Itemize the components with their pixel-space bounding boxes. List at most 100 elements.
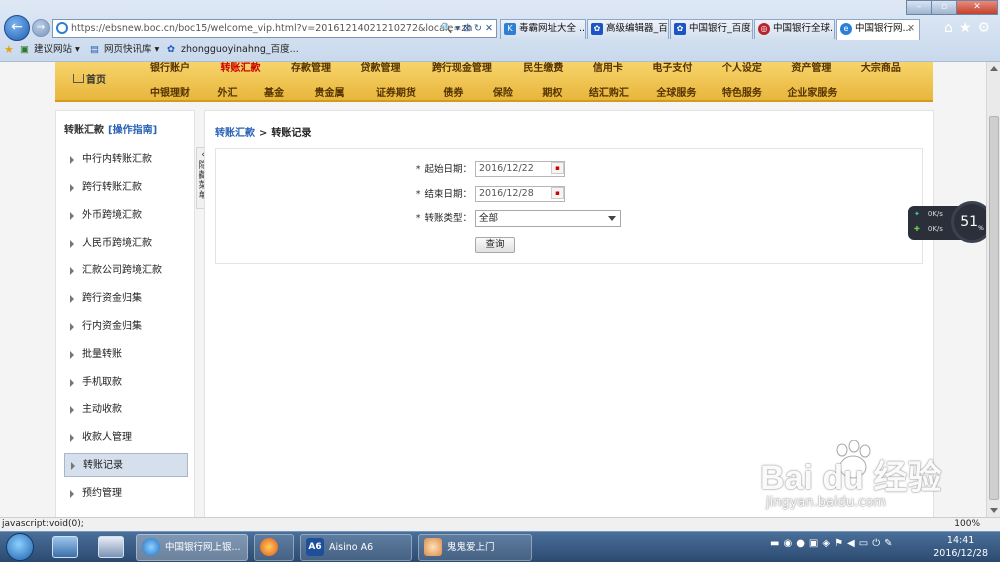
nav-item-global[interactable]: 全球服务 (644, 84, 708, 99)
system-tray: ▬◉●▣◈⚑◀▭⏻✎ (770, 538, 897, 549)
nav-item-assets[interactable]: 资产管理 (778, 62, 844, 74)
nav-item-bank-account[interactable]: 银行账户 (137, 62, 203, 74)
nav-item-fx-settle[interactable]: 结汇购汇 (577, 84, 641, 99)
window-controls: – ▫ ✕ (906, 0, 998, 15)
tab-boc-online[interactable]: e 中国银行网... ✕ (836, 19, 920, 40)
home-link[interactable]: 首页 (73, 71, 106, 86)
zoom-level[interactable]: 100% (954, 518, 980, 531)
scroll-down-icon[interactable] (990, 508, 998, 513)
tab-boc-global[interactable]: ◎ 中国银行全球... (754, 19, 835, 39)
star-icon[interactable]: ★ (959, 20, 978, 36)
start-button[interactable] (6, 533, 34, 561)
show-desktop-icon[interactable] (52, 536, 78, 558)
gear-icon[interactable]: ⚙ (977, 20, 996, 36)
nav-item-deposit[interactable]: 存款管理 (278, 62, 344, 74)
network-status-icon[interactable]: ▣ (809, 538, 822, 549)
nav-item-transfer[interactable]: 转账汇款 (206, 62, 274, 74)
suggested-sites-link[interactable]: 建议网站 ▾ (34, 40, 80, 60)
video-thumbnail-icon (424, 538, 442, 556)
forward-button[interactable]: → (32, 19, 50, 37)
nav-item-fund[interactable]: 基金 (252, 84, 296, 99)
status-text: javascript:void(0); (2, 519, 84, 529)
nav-item-special[interactable]: 特色服务 (712, 84, 772, 99)
sidebar-item-boc-transfer[interactable]: 中行内转账汇款 (64, 148, 188, 172)
sidebar-item-mobile-withdraw[interactable]: 手机取款 (64, 371, 188, 395)
nav-item-options[interactable]: 期权 (531, 84, 573, 99)
nav-item-loan[interactable]: 贷款管理 (347, 62, 413, 74)
chat-icon[interactable]: ● (796, 538, 809, 549)
nav-item-entrepreneur[interactable]: 企业家服务 (775, 84, 849, 99)
bookmark-link[interactable]: zhongguoyinahng_百度... (181, 40, 299, 60)
upload-speed: 0K/s (927, 210, 943, 218)
app-tray-icon[interactable]: ◉ (783, 538, 796, 549)
minimize-button[interactable]: – (906, 0, 932, 15)
clock[interactable]: 14:41 2016/12/28 (933, 534, 988, 560)
address-tools-icon[interactable]: 🔍 ▾ ⊠ ↻ ✕ (440, 20, 493, 37)
keyboard-icon[interactable]: ▬ (770, 538, 783, 549)
flag-icon[interactable]: ⚑ (834, 538, 847, 549)
task-video[interactable]: 鬼鬼爱上门 (418, 534, 532, 561)
web-slice-icon: ▤ (90, 44, 99, 55)
paw-icon: ✿ (591, 23, 603, 35)
calendar-icon[interactable]: ▪ (551, 162, 564, 174)
nav-item-forex[interactable]: 外汇 (206, 84, 248, 99)
nav-item-payment[interactable]: 民生缴费 (510, 62, 576, 74)
calendar-icon[interactable]: ▪ (551, 187, 564, 199)
browser-chrome: – ▫ ✕ ← → https://ebsnew.boc.cn/boc15/we… (0, 0, 1000, 62)
favorites-star-icon[interactable]: ★ (4, 40, 14, 60)
nav-item-securities[interactable]: 证券期货 (363, 84, 429, 99)
sidebar-item-rmb-remit[interactable]: 人民币跨境汇款 (64, 232, 188, 256)
home-icon[interactable]: ⌂ (944, 20, 959, 36)
sidebar-item-transfer-records[interactable]: 转账记录 (64, 453, 188, 477)
breadcrumb-transfer[interactable]: 转账汇款 (215, 128, 255, 139)
nav-item-insurance[interactable]: 保险 (478, 84, 528, 99)
scroll-thumb[interactable] (989, 116, 999, 500)
tab-duba[interactable]: K 毒霸网址大全 ... (500, 19, 586, 39)
back-button[interactable]: ← (4, 15, 30, 41)
task-aisino[interactable]: A6 Aisino A6 (300, 534, 412, 561)
sidebar-item-batch-transfer[interactable]: 批量转账 (64, 343, 188, 367)
monitor-icon[interactable]: ▭ (859, 538, 872, 549)
web-slice-link[interactable]: 网页快讯库 ▾ (104, 40, 159, 60)
shield-icon[interactable]: ◈ (822, 538, 834, 549)
task-ie-boc[interactable]: 中国银行网上银... (136, 534, 248, 561)
sidebar-item-payee-mgmt[interactable]: 收款人管理 (64, 426, 188, 450)
nav-item-metal[interactable]: 贵金属 (299, 84, 359, 99)
query-button[interactable]: 查询 (475, 237, 515, 253)
sidebar-item-foreign-remit[interactable]: 外币跨境汇款 (64, 204, 188, 228)
address-bar[interactable]: https://ebsnew.boc.cn/boc15/welcome_vip.… (52, 19, 497, 38)
tab-editor[interactable]: ✿ 高级编辑器_百... (587, 19, 669, 39)
tab-boc-baidu[interactable]: ✿ 中国银行_百度... (670, 19, 753, 39)
operation-guide-link[interactable]: [操作指南] (108, 125, 157, 136)
maximize-button[interactable]: ▫ (931, 0, 957, 15)
nav-item-settings[interactable]: 个人设定 (709, 62, 775, 74)
close-window-button[interactable]: ✕ (956, 0, 998, 15)
nav-item-e-pay[interactable]: 电子支付 (639, 62, 705, 74)
boc-logo-icon: ◎ (758, 23, 770, 35)
address-url: https://ebsnew.boc.cn/boc15/welcome_vip.… (71, 23, 473, 34)
power-icon[interactable]: ⏻ (872, 538, 884, 549)
sidebar-item-remit-company[interactable]: 汇款公司跨境汇款 (64, 259, 188, 283)
task-firefox[interactable] (254, 534, 294, 561)
query-form: * 起始日期： 2016/12/22 ▪ * 结束日期： 2016/12/28 ▪ … (215, 148, 923, 264)
nav-item-wealth[interactable]: 中银理财 (137, 84, 203, 99)
sidebar-item-interbank-transfer[interactable]: 跨行转账汇款 (64, 176, 188, 200)
scroll-up-icon[interactable] (990, 66, 998, 71)
transfer-type-select[interactable]: 全部 (475, 210, 621, 227)
sidebar-item-scheduled[interactable]: 预约管理 (64, 482, 188, 506)
tab-label: 中国银行全球... (773, 23, 835, 34)
nav-item-commodities[interactable]: 大宗商品 (848, 62, 914, 74)
explorer-icon[interactable] (98, 536, 124, 558)
sidebar-item-interbank-pool[interactable]: 跨行资金归集 (64, 287, 188, 311)
speaker-icon[interactable]: ◀ (847, 538, 859, 549)
suggested-sites-icon: ▣ (20, 44, 29, 55)
close-tab-icon[interactable]: ✕ (907, 20, 915, 38)
page-scrollbar[interactable] (986, 62, 1000, 517)
nav-item-cash-mgmt[interactable]: 跨行现金管理 (417, 62, 507, 74)
nav-item-credit-card[interactable]: 信用卡 (580, 62, 636, 74)
ime-icon[interactable]: ✎ (884, 538, 896, 549)
end-date-label-text: 结束日期： (424, 189, 472, 200)
sidebar-item-active-collect[interactable]: 主动收款 (64, 398, 188, 422)
nav-item-bond[interactable]: 债券 (432, 84, 474, 99)
sidebar-item-intrabank-pool[interactable]: 行内资金归集 (64, 315, 188, 339)
